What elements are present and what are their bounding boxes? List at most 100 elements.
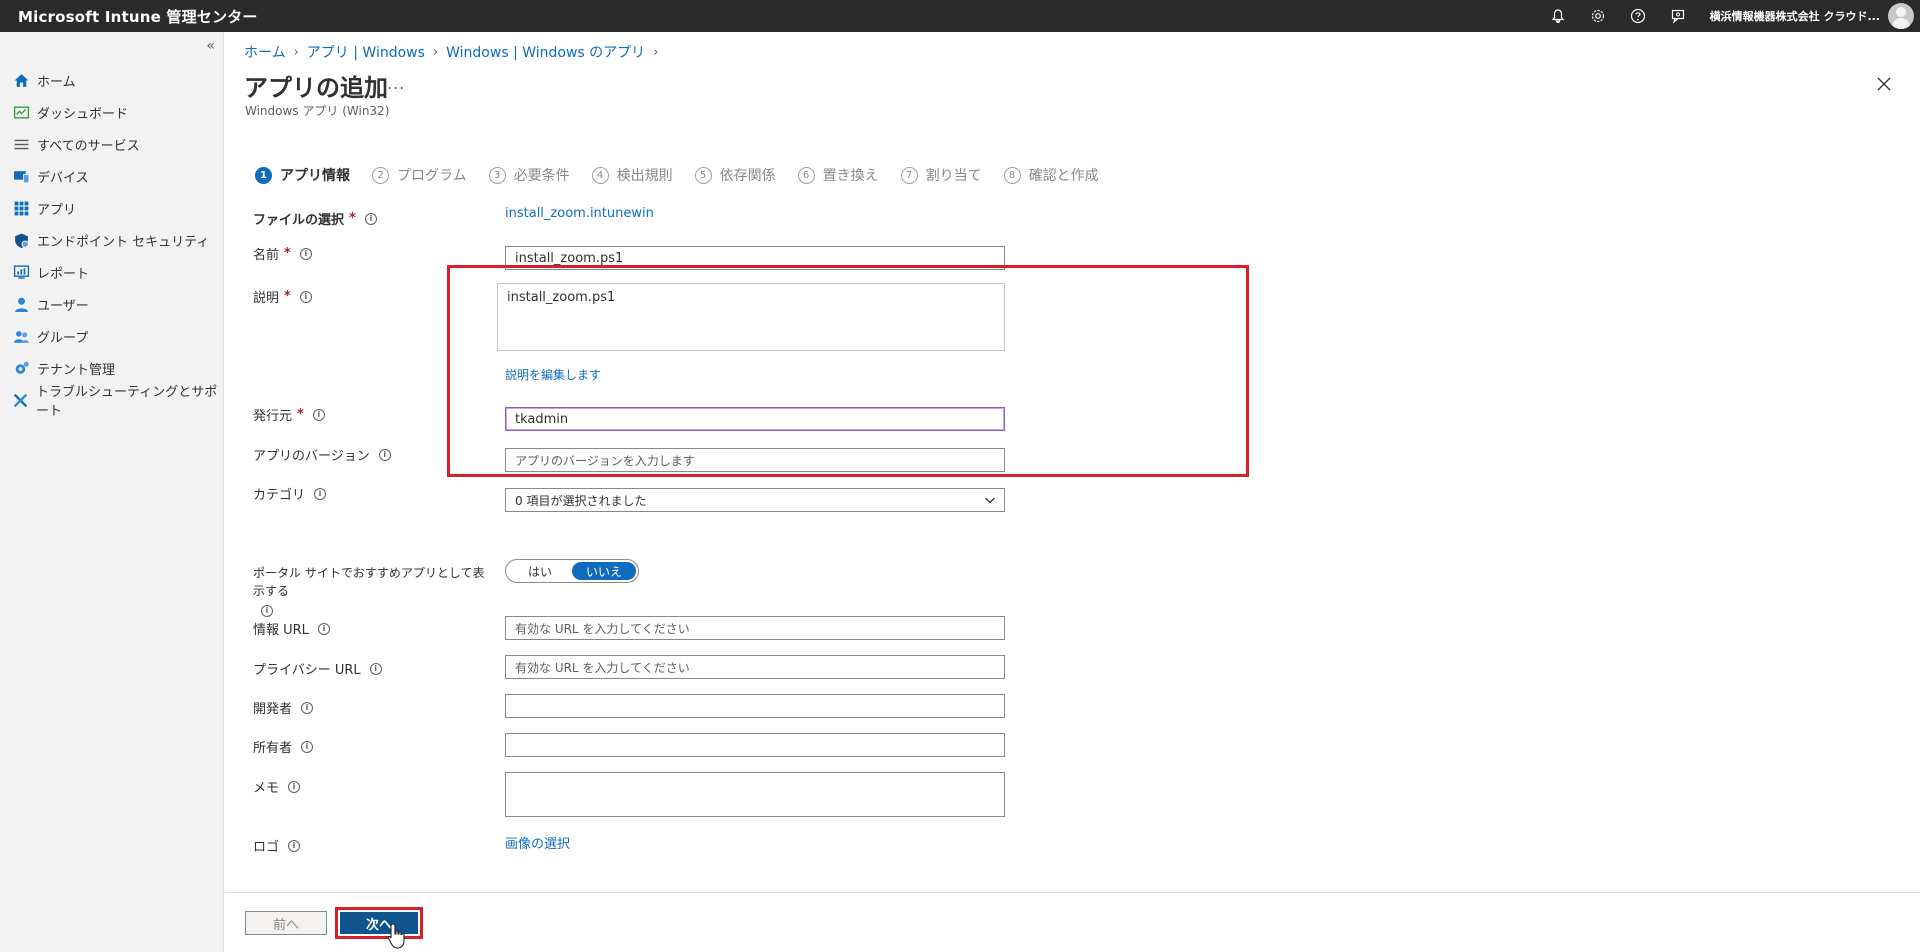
required-mark: *	[284, 289, 291, 304]
logo-label: ロゴ	[253, 840, 280, 855]
category-select[interactable]: 0 項目が選択されました	[505, 488, 1005, 512]
info-icon[interactable]: i	[288, 780, 301, 793]
select-image-link[interactable]: 画像の選択	[505, 833, 570, 852]
info-icon[interactable]: i	[317, 622, 330, 635]
step-program[interactable]: 2 プログラム	[372, 165, 467, 185]
info-url-label: 情報 URL	[253, 623, 309, 638]
required-mark: *	[284, 246, 291, 261]
version-label-row: アプリのバージョン i	[253, 445, 391, 464]
privacy-url-input[interactable]: 有効な URL を入力してください	[505, 655, 1005, 679]
sidebar-item-apps[interactable]: アプリ	[0, 192, 224, 224]
developer-label: 開発者	[253, 702, 293, 717]
sidebar-item-groups[interactable]: グループ	[0, 320, 224, 352]
previous-button[interactable]: 前へ	[245, 911, 327, 935]
privacy-url-label: プライバシー URL	[253, 663, 361, 678]
step-label: 置き換え	[822, 168, 879, 184]
tenant-name[interactable]: 横浜情報機器株式会社 クラウド...	[1710, 8, 1880, 24]
developer-input[interactable]	[505, 694, 1005, 718]
developer-label-row: 開発者 i	[253, 698, 314, 717]
sidebar-item-tenant-admin[interactable]: テナント管理	[0, 352, 224, 384]
top-bar-tools: 横浜情報機器株式会社 クラウド...	[1538, 0, 1920, 32]
sidebar-item-home[interactable]: ホーム	[0, 64, 224, 96]
featured-label: ポータル サイトでおすすめアプリとして表示する	[253, 566, 485, 598]
info-icon[interactable]: i	[314, 487, 327, 500]
collapse-sidebar-icon[interactable]: «	[206, 38, 215, 54]
sidebar-item-dashboard[interactable]: ダッシュボード	[0, 96, 224, 128]
info-icon[interactable]: i	[364, 212, 377, 225]
selected-file-link[interactable]: install_zoom.intunewin	[505, 206, 654, 221]
help-question-icon[interactable]	[1618, 0, 1658, 32]
info-icon[interactable]: i	[261, 605, 273, 617]
owner-label-row: 所有者 i	[253, 737, 314, 756]
step-supersedence[interactable]: 6 置き換え	[797, 165, 879, 185]
app-title[interactable]: Microsoft Intune 管理センター	[0, 6, 258, 27]
sidebar-item-users[interactable]: ユーザー	[0, 288, 224, 320]
breadcrumb-separator-icon: ›	[432, 44, 439, 60]
sidebar: « ホーム ダッシュボード すべてのサービス デバイス アプリ エンドポイント …	[0, 32, 224, 952]
info-icon[interactable]: i	[378, 448, 391, 461]
sidebar-item-devices[interactable]: デバイス	[0, 160, 224, 192]
required-mark: *	[297, 407, 304, 422]
sidebar-item-reports[interactable]: レポート	[0, 256, 224, 288]
user-icon	[12, 295, 30, 313]
info-icon[interactable]: i	[299, 247, 312, 260]
featured-yes-option[interactable]: はい	[508, 562, 572, 580]
info-icon[interactable]: i	[301, 701, 314, 714]
breadcrumb-home[interactable]: ホーム	[244, 42, 286, 62]
info-icon[interactable]: i	[312, 408, 325, 421]
next-button-highlight: 次へ	[335, 907, 423, 939]
info-url-input[interactable]: 有効な URL を入力してください	[505, 616, 1005, 640]
main-panel: ホーム › アプリ | Windows › Windows | Windows …	[225, 32, 1920, 952]
breadcrumb-windows-apps[interactable]: Windows | Windows のアプリ	[446, 42, 645, 62]
step-label: 確認と作成	[1028, 168, 1099, 184]
file-label: ファイルの選択	[253, 213, 345, 228]
notification-bell-icon[interactable]	[1538, 0, 1578, 32]
more-options-icon[interactable]: ...	[387, 74, 405, 93]
name-label-row: 名前 * i	[253, 244, 312, 263]
step-number: 2	[372, 166, 389, 184]
sidebar-item-endpoint-security[interactable]: エンドポイント セキュリティ	[0, 224, 224, 256]
settings-gear-icon[interactable]	[1578, 0, 1618, 32]
highlight-box	[447, 265, 1249, 477]
required-mark: *	[349, 211, 356, 226]
featured-toggle[interactable]: はい いいえ	[505, 559, 639, 583]
sidebar-item-label: グループ	[37, 330, 89, 346]
publisher-label: 発行元	[253, 409, 293, 424]
user-avatar[interactable]	[1888, 3, 1914, 29]
step-assignments[interactable]: 7 割り当て	[900, 165, 982, 185]
step-requirements[interactable]: 3 必要条件	[488, 165, 570, 185]
step-review-create[interactable]: 8 確認と作成	[1003, 165, 1099, 185]
sidebar-item-label: テナント管理	[37, 362, 116, 378]
category-label-row: カテゴリ i	[253, 484, 327, 503]
info-icon[interactable]: i	[299, 290, 312, 303]
step-app-info[interactable]: 1 アプリ情報	[255, 165, 350, 185]
feedback-icon[interactable]	[1658, 0, 1698, 32]
featured-no-option[interactable]: いいえ	[572, 562, 636, 580]
step-label: 検出規則	[616, 168, 673, 184]
sidebar-item-all-services[interactable]: すべてのサービス	[0, 128, 224, 160]
notes-label-row: メモ i	[253, 777, 301, 796]
owner-input[interactable]	[505, 733, 1005, 757]
info-icon[interactable]: i	[288, 839, 301, 852]
breadcrumb-apps-windows[interactable]: アプリ | Windows	[307, 42, 425, 62]
breadcrumb-separator-icon: ›	[653, 44, 659, 60]
chevron-down-icon	[985, 497, 995, 504]
close-icon[interactable]	[1876, 76, 1896, 96]
info-icon[interactable]: i	[369, 662, 382, 675]
sidebar-item-troubleshooting[interactable]: トラブルシューティングとサポート	[0, 384, 224, 419]
shield-icon	[12, 231, 30, 249]
step-dependencies[interactable]: 5 依存関係	[694, 165, 776, 185]
step-label: 依存関係	[719, 168, 776, 184]
report-icon	[12, 263, 30, 281]
sidebar-item-label: エンドポイント セキュリティ	[37, 234, 210, 250]
step-detection-rules[interactable]: 4 検出規則	[591, 165, 673, 185]
notes-label: メモ	[253, 781, 280, 796]
step-number: 6	[797, 166, 815, 184]
sidebar-item-label: ホーム	[37, 74, 76, 90]
notes-textarea[interactable]	[505, 772, 1005, 817]
list-icon	[12, 135, 30, 153]
privacy-url-label-row: プライバシー URL i	[253, 659, 382, 678]
step-number: 3	[488, 166, 506, 184]
info-icon[interactable]: i	[301, 740, 314, 753]
step-number: 7	[900, 166, 918, 184]
